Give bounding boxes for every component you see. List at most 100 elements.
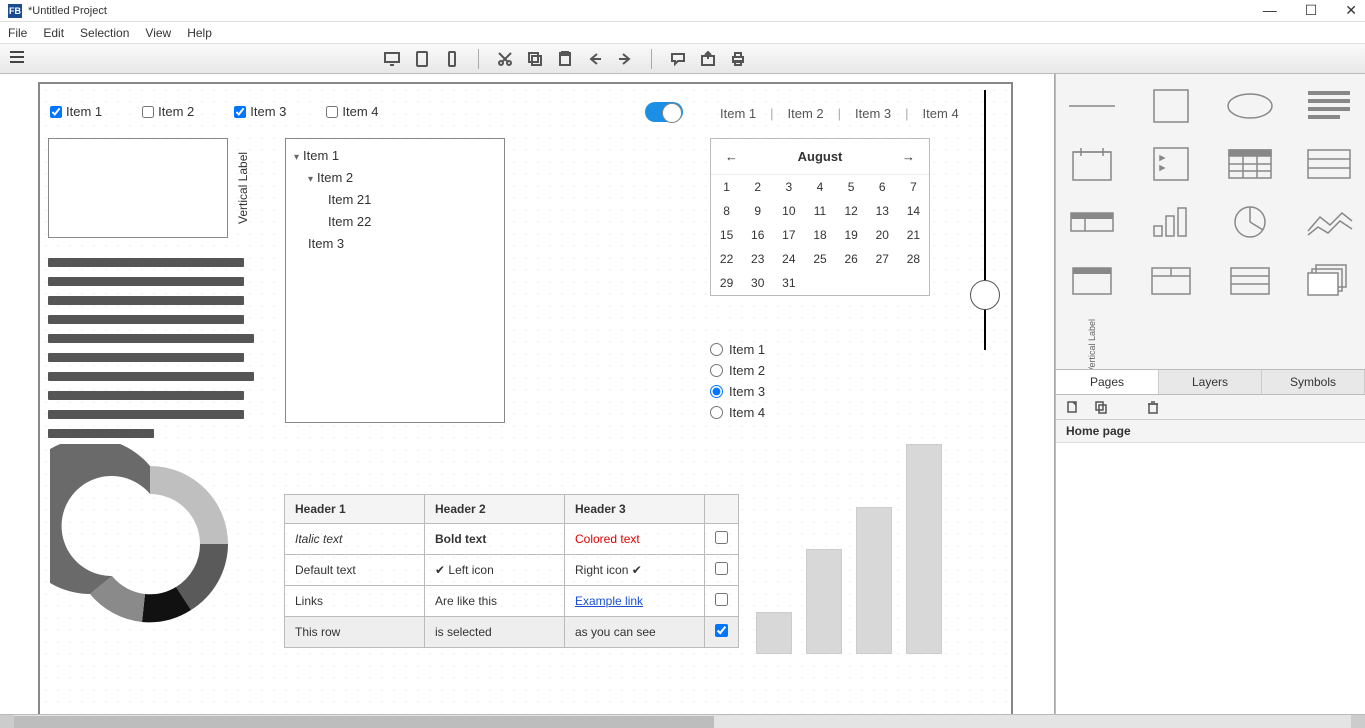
menu-edit[interactable]: Edit bbox=[43, 26, 64, 40]
calendar-day[interactable]: 30 bbox=[742, 271, 773, 295]
shape-piechart[interactable] bbox=[1222, 202, 1277, 242]
undo-icon[interactable] bbox=[587, 51, 603, 67]
shape-header[interactable] bbox=[1065, 202, 1120, 242]
table-header[interactable]: Header 1 bbox=[285, 495, 425, 524]
print-icon[interactable] bbox=[730, 51, 746, 67]
shape-vlabel[interactable]: Vertical Label bbox=[1087, 318, 1097, 369]
calendar-day[interactable]: 13 bbox=[867, 199, 898, 223]
table-row[interactable]: Default text ✔ Left icon Right icon ✔ bbox=[285, 555, 739, 586]
radio-item[interactable]: Item 3 bbox=[710, 384, 765, 399]
calendar-day[interactable]: 21 bbox=[898, 223, 929, 247]
checkbox-item[interactable]: Item 3 bbox=[234, 104, 286, 119]
calendar-next-icon[interactable]: → bbox=[902, 149, 915, 164]
radio-item[interactable]: Item 1 bbox=[710, 342, 765, 357]
panel-tab-layers[interactable]: Layers bbox=[1159, 370, 1262, 394]
redo-icon[interactable] bbox=[617, 51, 633, 67]
hamburger-icon[interactable] bbox=[10, 51, 26, 67]
panel-tab-pages[interactable]: Pages bbox=[1056, 370, 1159, 394]
paste-icon[interactable] bbox=[557, 51, 573, 67]
tab-item[interactable]: Item 3 bbox=[855, 106, 891, 121]
phone-icon[interactable] bbox=[444, 51, 460, 67]
calendar-day[interactable]: 6 bbox=[867, 175, 898, 199]
tab-item[interactable]: Item 2 bbox=[788, 106, 824, 121]
shape-line[interactable] bbox=[1065, 86, 1120, 126]
desktop-icon[interactable] bbox=[384, 51, 400, 67]
calendar-day[interactable]: 20 bbox=[867, 223, 898, 247]
table-row[interactable]: This row is selected as you can see bbox=[285, 617, 739, 648]
panel-tab-symbols[interactable]: Symbols bbox=[1262, 370, 1365, 394]
calendar-day[interactable]: 16 bbox=[742, 223, 773, 247]
shape-window[interactable] bbox=[1065, 260, 1120, 300]
calendar-day[interactable]: 10 bbox=[773, 199, 804, 223]
calendar-day[interactable]: 8 bbox=[711, 199, 742, 223]
calendar-day[interactable]: 7 bbox=[898, 175, 929, 199]
widget-palette[interactable]: Vertical Label Press 's' for more! bbox=[1056, 74, 1365, 369]
calendar-day[interactable]: 22 bbox=[711, 247, 742, 271]
shape-linechart[interactable] bbox=[1301, 202, 1356, 242]
canvas[interactable]: Item 1 Item 2 Item 3 Item 4 Item 1| Item… bbox=[38, 82, 1013, 714]
shape-barchart[interactable] bbox=[1144, 202, 1199, 242]
tree-item[interactable]: Item 3 bbox=[294, 233, 496, 255]
calendar-day[interactable]: 17 bbox=[773, 223, 804, 247]
calendar-day[interactable]: 29 bbox=[711, 271, 742, 295]
comment-icon[interactable] bbox=[670, 51, 686, 67]
vertical-slider[interactable] bbox=[970, 90, 1000, 350]
new-page-icon[interactable] bbox=[1066, 400, 1080, 414]
slider-thumb[interactable] bbox=[970, 280, 1000, 310]
menu-selection[interactable]: Selection bbox=[80, 26, 129, 40]
cut-icon[interactable] bbox=[497, 51, 513, 67]
shape-list[interactable] bbox=[1301, 144, 1356, 184]
table-header[interactable]: Header 3 bbox=[565, 495, 705, 524]
example-link[interactable]: Example link bbox=[575, 594, 643, 608]
tree-item[interactable]: Item 21 bbox=[294, 189, 496, 211]
tree-view[interactable]: Item 1 Item 2 Item 21 Item 22 Item 3 bbox=[285, 138, 505, 423]
radio-item[interactable]: Item 4 bbox=[710, 405, 765, 420]
calendar-day[interactable]: 15 bbox=[711, 223, 742, 247]
tree-item[interactable]: Item 22 bbox=[294, 211, 496, 233]
menu-file[interactable]: File bbox=[8, 26, 27, 40]
table-row[interactable]: Italic text Bold text Colored text bbox=[285, 524, 739, 555]
minimize-button[interactable]: — bbox=[1263, 2, 1277, 19]
shape-tree[interactable] bbox=[1144, 144, 1199, 184]
calendar-day[interactable]: 3 bbox=[773, 175, 804, 199]
checkbox-item[interactable]: Item 2 bbox=[142, 104, 194, 119]
shape-cards[interactable] bbox=[1301, 260, 1356, 300]
calendar-day[interactable]: 4 bbox=[804, 175, 835, 199]
tree-item[interactable]: Item 2 bbox=[294, 167, 496, 189]
canvas-area[interactable]: Item 1 Item 2 Item 3 Item 4 Item 1| Item… bbox=[0, 74, 1055, 714]
shape-paragraph[interactable] bbox=[1301, 86, 1356, 126]
calendar-day[interactable]: 12 bbox=[836, 199, 867, 223]
calendar-day[interactable]: 25 bbox=[804, 247, 835, 271]
shape-table[interactable] bbox=[1222, 144, 1277, 184]
calendar[interactable]: ← August → 12345678910111213141516171819… bbox=[710, 138, 930, 296]
delete-page-icon[interactable] bbox=[1146, 400, 1160, 414]
calendar-day[interactable]: 23 bbox=[742, 247, 773, 271]
shape-stack[interactable] bbox=[1222, 260, 1277, 300]
radio-item[interactable]: Item 2 bbox=[710, 363, 765, 378]
calendar-day[interactable]: 19 bbox=[836, 223, 867, 247]
calendar-day[interactable]: 14 bbox=[898, 199, 929, 223]
menu-help[interactable]: Help bbox=[187, 26, 212, 40]
table-row[interactable]: Links Are like this Example link bbox=[285, 586, 739, 617]
close-button[interactable]: ✕ bbox=[1345, 2, 1357, 19]
copy-icon[interactable] bbox=[527, 51, 543, 67]
calendar-prev-icon[interactable]: ← bbox=[725, 149, 738, 164]
tree-item[interactable]: Item 1 bbox=[294, 145, 496, 167]
calendar-day[interactable]: 5 bbox=[836, 175, 867, 199]
calendar-day[interactable]: 31 bbox=[773, 271, 804, 295]
maximize-button[interactable]: ☐ bbox=[1305, 2, 1318, 19]
checkbox-item[interactable]: Item 4 bbox=[326, 104, 378, 119]
menu-view[interactable]: View bbox=[145, 26, 171, 40]
calendar-day[interactable]: 2 bbox=[742, 175, 773, 199]
tablet-icon[interactable] bbox=[414, 51, 430, 67]
calendar-day[interactable]: 9 bbox=[742, 199, 773, 223]
table-header[interactable]: Header 2 bbox=[425, 495, 565, 524]
checkbox-item[interactable]: Item 1 bbox=[50, 104, 102, 119]
shape-rect[interactable] bbox=[1144, 86, 1199, 126]
shape-panel[interactable] bbox=[1144, 260, 1199, 300]
calendar-day[interactable]: 24 bbox=[773, 247, 804, 271]
export-icon[interactable] bbox=[700, 51, 716, 67]
tab-item[interactable]: Item 4 bbox=[923, 106, 959, 121]
shape-ellipse[interactable] bbox=[1222, 86, 1277, 126]
calendar-day[interactable]: 26 bbox=[836, 247, 867, 271]
